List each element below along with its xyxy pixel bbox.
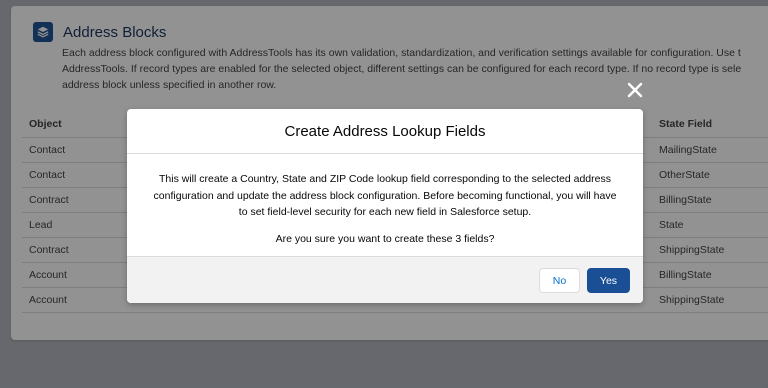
modal-body-line: configuration and update the address blo…: [153, 189, 617, 202]
confirm-question: Are you sure you want to create these 3 …: [275, 232, 495, 245]
modal-footer: No Yes: [127, 256, 643, 303]
modal-title: Create Address Lookup Fields: [284, 122, 486, 140]
no-button[interactable]: No: [539, 268, 580, 293]
modal-header: Create Address Lookup Fields: [127, 109, 643, 154]
modal-body-line: This will create a Country, State and ZI…: [159, 173, 611, 185]
yes-button[interactable]: Yes: [587, 268, 630, 293]
create-lookup-fields-modal: Create Address Lookup Fields This will c…: [127, 109, 643, 303]
modal-body-line: to set field-level security for each new…: [238, 206, 532, 218]
close-icon[interactable]: [624, 79, 646, 101]
modal-body: This will create a Country, State and ZI…: [127, 154, 643, 265]
